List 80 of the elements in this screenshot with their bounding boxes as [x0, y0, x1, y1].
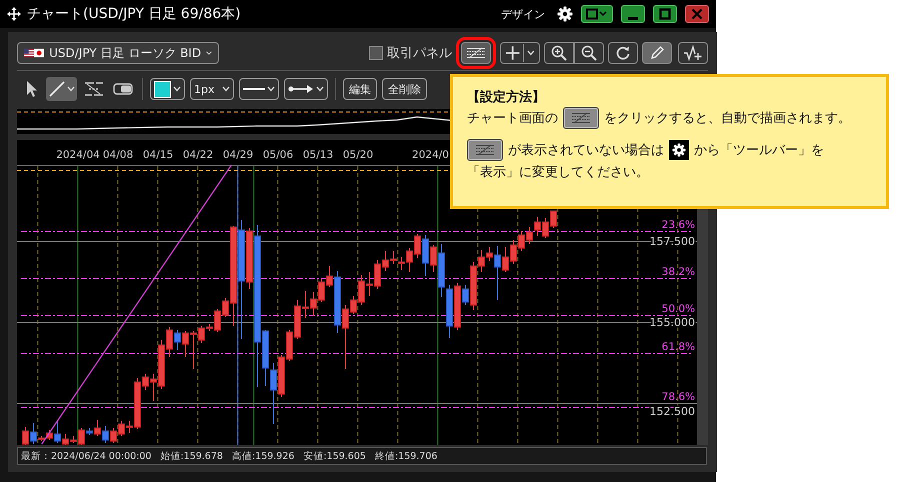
line-tool-button[interactable] [46, 77, 77, 101]
symbol-dropdown[interactable]: USD/JPY 日足 ローソク BID [17, 42, 219, 64]
caret-icon [67, 86, 75, 92]
settings-icon [669, 140, 689, 160]
date-label: 04/15 [142, 149, 174, 161]
line-style-dropdown[interactable] [239, 78, 279, 100]
date-label: 2024/0 [412, 149, 449, 161]
date-label: 05/13 [302, 149, 334, 161]
price-value-text: 安値:159.605 [303, 450, 366, 462]
date-label: 04/22 [182, 149, 214, 161]
date-label: 05/20 [342, 149, 374, 161]
zoom-in-icon [551, 45, 567, 61]
zoom-out-icon [581, 45, 597, 61]
price-value-text: 始値:159.678 [160, 450, 223, 462]
close-button[interactable] [685, 5, 709, 23]
zoom-out-button[interactable] [574, 42, 604, 64]
color-picker-dropdown[interactable] [150, 78, 185, 100]
design-label[interactable]: デザイン [501, 6, 545, 22]
crosshair-button[interactable] [500, 42, 540, 64]
caret-icon [527, 50, 535, 56]
callout-text: をクリックすると、自動で描画されます。 [604, 110, 851, 127]
zoom-in-button[interactable] [544, 42, 574, 64]
line-icon [48, 80, 66, 98]
date-label: 04/29 [222, 149, 254, 161]
caret-icon [173, 86, 181, 92]
window-title: チャート(USD/JPY 日足 69/86本) [27, 5, 241, 23]
fibonacci-level-label: 23.6% [662, 219, 695, 231]
indicator-button[interactable] [678, 42, 708, 64]
fibonacci-level-label: 61.8% [662, 341, 695, 353]
minimize-button[interactable] [621, 5, 645, 23]
fibonacci-level-label: 50.0% [662, 303, 695, 315]
date-label: 04/08 [102, 149, 134, 161]
price-value-text: 終値:159.706 [374, 450, 438, 462]
caret-icon [206, 49, 212, 57]
latest-time-text: 最新：2024/06/24 00:00:00 [21, 450, 152, 462]
refresh-button[interactable] [608, 42, 638, 64]
settings-icon[interactable] [557, 6, 573, 22]
eraser-icon [113, 82, 133, 96]
dot-arrow-icon [288, 84, 314, 94]
trade-panel-label: 取引パネル [387, 45, 452, 62]
line-end-dropdown[interactable] [284, 78, 328, 100]
callout-text: 「表示」に変更してください。 [467, 164, 649, 181]
caret-icon [222, 86, 230, 92]
solid-line-icon [243, 87, 265, 91]
edit-button[interactable]: 編集 [343, 78, 377, 100]
line-width-dropdown[interactable]: 1px [190, 78, 234, 100]
fibonacci-button-icon [467, 139, 503, 161]
move-icon[interactable] [7, 7, 21, 21]
close-icon [691, 8, 703, 20]
cursor-icon [25, 80, 39, 98]
trade-panel-checkbox[interactable] [369, 46, 383, 60]
callout-text: が表示されていない場合は [508, 142, 664, 159]
color-swatch [154, 80, 171, 98]
date-label: 2024/04 [56, 149, 100, 161]
fibonacci-level-label: 38.2% [662, 266, 695, 278]
fibonacci-icon [466, 47, 486, 59]
caret-icon [267, 86, 275, 92]
refresh-icon [615, 45, 631, 61]
plus-icon [505, 45, 520, 61]
pencil-icon [649, 45, 665, 61]
price-value-text: 高値:159.926 [232, 450, 294, 462]
layout-menu-button[interactable] [581, 5, 613, 23]
delete-all-button[interactable]: 全削除 [382, 78, 427, 100]
callout-text: チャート画面の [467, 110, 558, 127]
maximize-icon [659, 8, 671, 20]
trend-line[interactable] [41, 164, 232, 444]
caret-icon [316, 86, 324, 92]
pencil-button[interactable] [642, 42, 672, 64]
flag-icon [24, 46, 44, 60]
price-label: 152.500 [650, 405, 695, 418]
callout-text: から「ツールバー」を [694, 142, 824, 159]
maximize-button[interactable] [653, 5, 677, 23]
fibonacci-button-icon [563, 107, 599, 129]
function-plus-icon [683, 45, 703, 61]
fibonacci-level-label: 78.6% [662, 391, 695, 403]
window-caret-icon [586, 8, 608, 20]
callout-heading: 【設定方法】 [467, 89, 546, 107]
channel-icon [84, 80, 104, 98]
date-label: 05/06 [262, 149, 294, 161]
minimize-icon [628, 16, 638, 20]
